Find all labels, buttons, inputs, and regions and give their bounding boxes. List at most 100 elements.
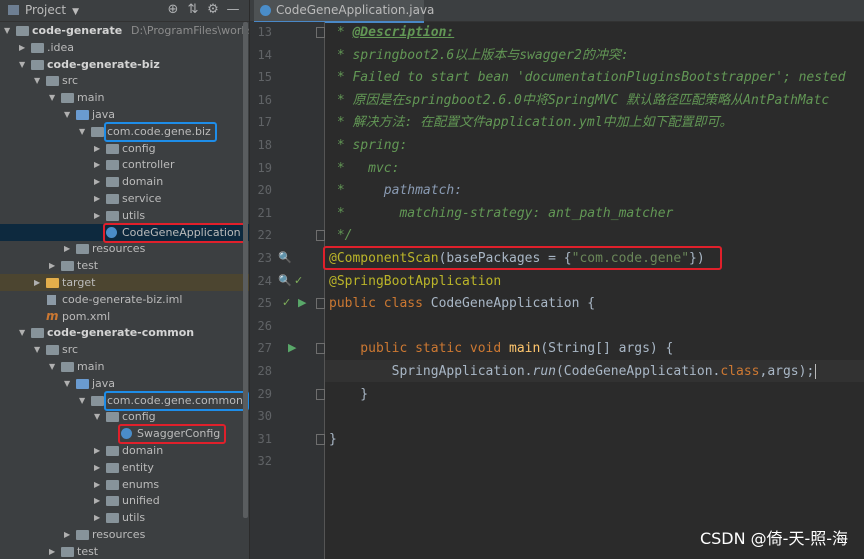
tree-item[interactable]: ▼ main <box>0 89 249 106</box>
tree-item[interactable]: ▶ controller <box>0 156 249 173</box>
spring-bean-icon[interactable]: ✓ <box>294 274 303 287</box>
fold-marker-icon[interactable] <box>316 298 325 310</box>
gear-icon[interactable]: ⚙ <box>203 2 223 17</box>
folder-icon <box>31 59 44 70</box>
expand-closed-icon[interactable]: ▶ <box>94 156 100 173</box>
tree-item[interactable]: ▶ entity <box>0 459 249 476</box>
tree-item[interactable]: ▶ .idea <box>0 39 249 56</box>
expand-open-icon[interactable]: ▼ <box>4 22 10 39</box>
code-line[interactable]: * 解决方法: 在配置文件application.yml中加上如下配置即可。 <box>329 112 733 134</box>
bean-search-icon[interactable]: 🔍 <box>278 251 292 264</box>
code-line[interactable]: public static void main(String[] args) { <box>329 338 673 360</box>
expand-open-icon[interactable]: ▼ <box>49 358 55 375</box>
expand-closed-icon[interactable]: ▶ <box>94 459 100 476</box>
tree-item[interactable]: ▶ utils <box>0 509 249 526</box>
expand-open-icon[interactable]: ▼ <box>34 341 40 358</box>
tree-item[interactable]: ▶ test <box>0 257 249 274</box>
expand-closed-icon[interactable]: ▶ <box>94 190 100 207</box>
hide-icon[interactable]: — <box>223 2 243 17</box>
bean-search-icon[interactable]: 🔍 <box>278 274 292 287</box>
run-icon[interactable]: ▶ <box>288 341 296 354</box>
tree-item[interactable]: ▶ utils <box>0 207 249 224</box>
expand-open-icon[interactable]: ▼ <box>19 56 25 73</box>
tab-codegeneapplication[interactable]: CodeGeneApplication.java <box>254 0 434 23</box>
expand-closed-icon[interactable]: ▶ <box>34 274 40 291</box>
expand-closed-icon[interactable]: ▶ <box>94 207 100 224</box>
tree-item-label: enums <box>122 477 160 491</box>
expand-open-icon[interactable]: ▼ <box>79 392 85 409</box>
code-line[interactable]: * mvc: <box>329 158 400 180</box>
tree-item[interactable]: m pom.xml <box>0 308 249 325</box>
tree-item[interactable]: ▶ resources <box>0 240 249 257</box>
fold-marker-icon[interactable] <box>316 433 325 445</box>
tree-item[interactable]: ▶ enums <box>0 476 249 493</box>
code-line[interactable]: * 原因是在springboot2.6.0中将SpringMVC 默认路径匹配策… <box>329 90 829 112</box>
code-line[interactable]: } <box>329 429 337 451</box>
spring-bean-icon[interactable]: ✓ <box>282 296 291 309</box>
code-line[interactable]: * springboot2.6以上版本与swagger2的冲突: <box>329 45 629 67</box>
expand-open-icon[interactable]: ▼ <box>34 72 40 89</box>
code-token: public static void <box>329 341 510 357</box>
expand-closed-icon[interactable]: ▶ <box>94 492 100 509</box>
expand-open-icon[interactable]: ▼ <box>49 89 55 106</box>
expand-closed-icon[interactable]: ▶ <box>94 442 100 459</box>
tree-item[interactable]: ▼ code-generate-biz <box>0 56 249 73</box>
code-token: * springboot2.6以上版本与swagger2的冲突: <box>329 47 629 63</box>
package-icon <box>106 446 119 456</box>
expand-closed-icon[interactable]: ▶ <box>49 257 55 274</box>
code-line[interactable]: * Failed to start bean 'documentationPlu… <box>329 67 846 89</box>
project-scrollbar[interactable] <box>243 22 248 518</box>
tree-item[interactable]: ▶ domain <box>0 442 249 459</box>
fold-marker-icon[interactable] <box>316 230 325 242</box>
tree-item[interactable]: ▼ src <box>0 72 249 89</box>
code-line[interactable]: * @Description: <box>329 22 454 44</box>
tree-item[interactable]: ▶ resources <box>0 526 249 543</box>
tree-item[interactable]: ▼ main <box>0 358 249 375</box>
collapse-icon[interactable]: ⇅ <box>183 2 203 17</box>
code-line[interactable]: } <box>329 384 368 406</box>
tree-item[interactable]: ▶ unified <box>0 492 249 509</box>
tree-item[interactable]: ▶ target <box>0 274 249 291</box>
line-number: 24 <box>257 273 272 288</box>
expand-closed-icon[interactable]: ▶ <box>94 476 100 493</box>
target-icon[interactable]: ⊕ <box>163 2 183 17</box>
line-number: 15 <box>257 70 272 85</box>
code-line[interactable]: SpringApplication.run(CodeGeneApplicatio… <box>329 361 817 383</box>
expand-open-icon[interactable]: ▼ <box>79 123 85 140</box>
code-line[interactable]: * matching-strategy: ant_path_matcher <box>329 203 674 225</box>
tree-item[interactable]: ▼ java <box>0 106 249 123</box>
tree-item[interactable]: ▶ domain <box>0 173 249 190</box>
expand-closed-icon[interactable]: ▶ <box>94 140 100 157</box>
tree-item[interactable]: ▼ code-generate-common <box>0 324 249 341</box>
tree-item[interactable]: ▶ service <box>0 190 249 207</box>
line-number: 23 <box>257 251 272 265</box>
expand-closed-icon[interactable]: ▶ <box>64 526 70 543</box>
code-line[interactable]: */ <box>329 225 353 247</box>
tree-item[interactable]: ▼ config <box>0 408 249 425</box>
expand-open-icon[interactable]: ▼ <box>64 106 70 123</box>
tree-item[interactable]: ▼ code-generate D:\ProgramFiles\workspace\… <box>0 22 249 39</box>
expand-open-icon[interactable]: ▼ <box>94 408 100 425</box>
fold-marker-icon[interactable] <box>316 343 325 355</box>
project-view-selector[interactable]: Project ▼ <box>8 3 79 17</box>
tree-item[interactable]: code-generate-biz.iml <box>0 291 249 308</box>
expand-closed-icon[interactable]: ▶ <box>94 509 100 526</box>
tree-item[interactable]: ▼ src <box>0 341 249 358</box>
fold-marker-icon[interactable] <box>316 27 325 38</box>
expand-closed-icon[interactable]: ▶ <box>64 240 70 257</box>
code-line[interactable]: @SpringBootApplication <box>329 271 501 293</box>
code-line[interactable]: public class CodeGeneApplication { <box>329 293 595 315</box>
expand-closed-icon[interactable]: ▶ <box>19 39 25 56</box>
expand-closed-icon[interactable]: ▶ <box>49 543 55 559</box>
fold-marker-icon[interactable] <box>316 388 325 400</box>
expand-open-icon[interactable]: ▼ <box>19 324 25 341</box>
tree-item[interactable]: ▼ java <box>0 375 249 392</box>
tree-item[interactable]: ▶ config <box>0 140 249 157</box>
code-line[interactable]: * spring: <box>329 135 407 157</box>
code-line[interactable]: * pathmatch: <box>329 180 462 202</box>
expand-closed-icon[interactable]: ▶ <box>94 173 100 190</box>
run-icon[interactable]: ▶ <box>298 296 306 309</box>
code-editor[interactable]: * @Description: * springboot2.6以上版本与swag… <box>325 22 864 559</box>
tree-item[interactable]: ▶ test <box>0 543 249 559</box>
expand-open-icon[interactable]: ▼ <box>64 375 70 392</box>
